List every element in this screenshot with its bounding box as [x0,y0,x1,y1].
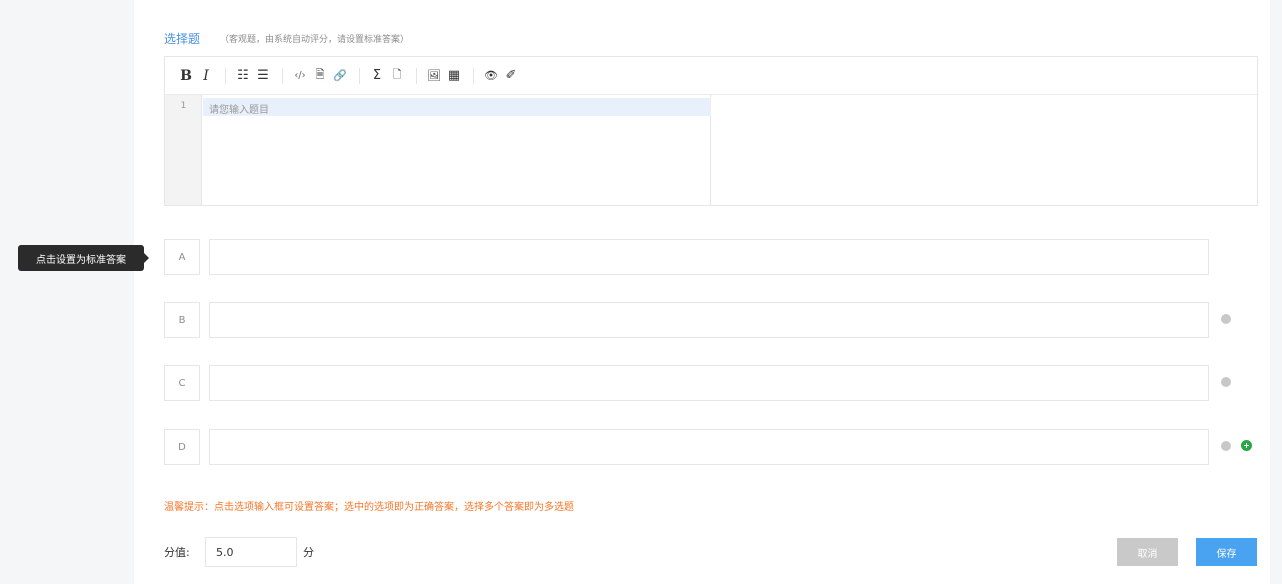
eraser-icon[interactable]: ✐ [504,65,518,87]
editor-toolbar: B I ☷ ☰ ‹/› 🗎 🔗 Σ 🗋 🖼 ▦ 👁 ✐ [165,57,1257,95]
active-line-highlight [203,98,711,116]
line-number: 1 [180,101,187,111]
option-letter-b[interactable]: B [164,302,200,338]
formula-icon[interactable]: Σ [370,65,384,87]
image-icon[interactable]: 🖼 [427,65,441,87]
code-icon[interactable]: ‹/› [293,65,307,87]
set-answer-tooltip: 点击设置为标准答案 [18,245,149,271]
table-icon[interactable]: ▦ [447,65,461,87]
link-icon[interactable]: 🔗 [333,65,347,87]
right-gutter [1270,0,1282,584]
toolbar-divider [225,67,226,84]
preview-icon[interactable]: 👁 [484,65,498,87]
ordered-list-icon[interactable]: ☰ [256,65,270,87]
left-gutter [0,0,134,584]
option-letter-a[interactable]: A [164,239,200,275]
preview-pane [712,95,1257,205]
warm-tip: 温馨提示：点击选项输入框可设置答案；选中的选项即为正确答案，选择多个答案即为多选… [164,502,574,513]
unordered-list-icon[interactable]: ☷ [236,65,250,87]
toolbar-divider [473,67,474,84]
question-header: 选择题 （客观题，由系统自动评分，请设置标准答案） [164,28,409,48]
toolbar-divider [416,67,417,84]
option-letter-c[interactable]: C [164,365,200,401]
score-unit: 分 [303,546,314,559]
option-input-b[interactable] [209,302,1209,338]
score-label: 分值: [164,546,190,559]
question-input-area[interactable]: 请您输入题目 [203,95,711,205]
cancel-button[interactable]: 取消 [1117,538,1178,566]
bold-icon[interactable]: B [179,65,193,87]
option-input-d[interactable] [209,429,1209,465]
line-number-gutter: 1 [165,95,202,205]
file-icon[interactable]: 🗋 [390,65,404,87]
remove-option-icon[interactable] [1221,314,1231,324]
option-input-c[interactable] [209,365,1209,401]
italic-icon[interactable]: I [199,65,213,87]
score-input[interactable] [205,537,297,567]
toolbar-divider [359,67,360,84]
code-block-icon[interactable]: 🗎 [313,65,327,87]
remove-option-icon[interactable] [1221,377,1231,387]
remove-option-icon[interactable] [1221,441,1231,451]
option-input-a[interactable] [209,239,1209,275]
add-option-icon[interactable] [1241,440,1252,451]
question-hint: （客观题，由系统自动评分，请设置标准答案） [220,34,410,45]
option-letter-d[interactable]: D [164,429,200,465]
save-button[interactable]: 保存 [1196,538,1257,566]
question-placeholder: 请您输入题目 [209,105,269,116]
toolbar-divider [282,67,283,84]
question-type-label: 选择题 [164,31,201,46]
question-editor: B I ☷ ☰ ‹/› 🗎 🔗 Σ 🗋 🖼 ▦ 👁 ✐ 1 请您输入题目 [164,56,1258,206]
